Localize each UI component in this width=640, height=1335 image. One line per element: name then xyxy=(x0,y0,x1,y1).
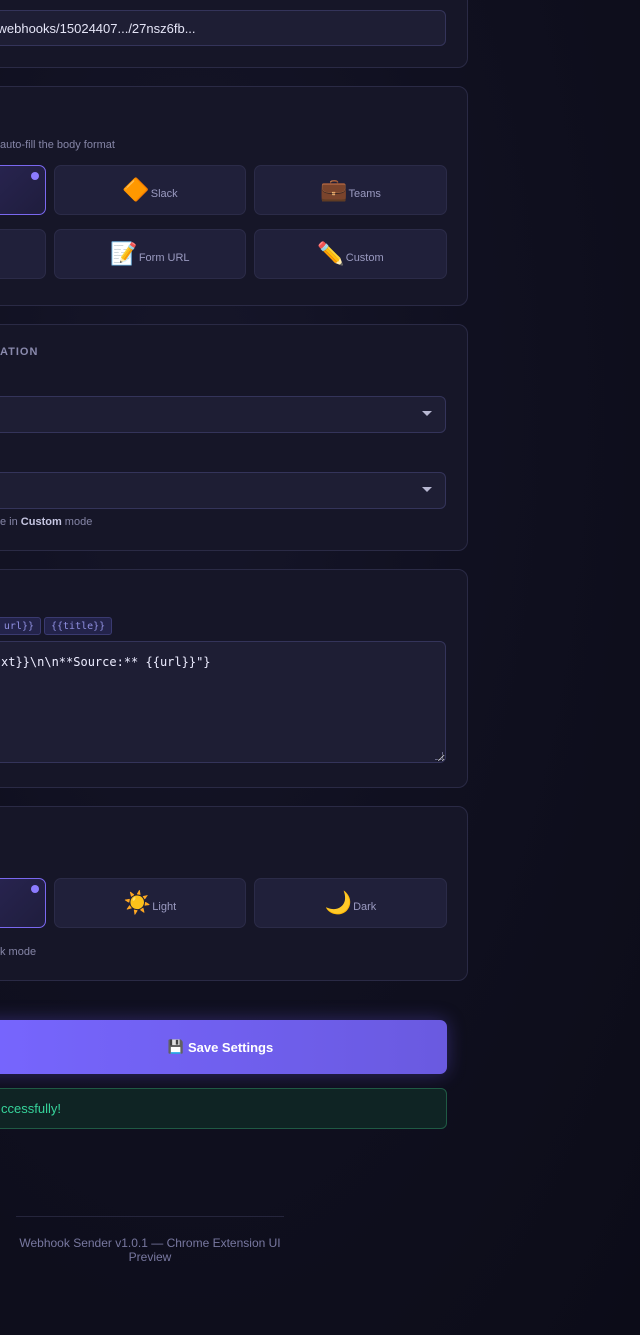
success-message: ccessfully! xyxy=(0,1088,447,1129)
footer-divider xyxy=(16,1216,284,1217)
sun-icon: ☀️ xyxy=(123,890,152,915)
slack-icon: 🔶 xyxy=(122,177,150,202)
format-tile-teams[interactable]: 💼 Teams xyxy=(254,165,447,215)
selected-indicator xyxy=(31,172,39,180)
theme-tile-0[interactable] xyxy=(0,878,46,928)
footer-text: Webhook Sender v1.0.1 — Chrome Extension… xyxy=(19,1236,281,1264)
format-hint: auto-fill the body format xyxy=(0,139,115,151)
save-settings-label: Save Settings xyxy=(187,1039,274,1055)
moon-icon: 🌙 xyxy=(324,890,353,915)
variable-chip-url[interactable]: url}} xyxy=(0,617,41,635)
variable-chip-title[interactable]: {{title}} xyxy=(44,617,113,635)
briefcase-icon: 💼 xyxy=(320,177,348,202)
format-tile-form-url[interactable]: 📝 Form URL xyxy=(54,229,246,279)
chevron-down-icon xyxy=(422,487,432,492)
configuration-section-label: ATION xyxy=(0,346,39,358)
theme-tile-label: Light xyxy=(152,901,177,913)
webhook-url-value: i/webhooks/15024407.../27nsz6fb... xyxy=(0,20,196,36)
resize-handle-icon[interactable] xyxy=(435,752,443,760)
format-tile-label: Slack xyxy=(150,188,178,200)
configuration-hint-prefix: e in xyxy=(0,516,21,528)
webhook-url-input[interactable]: i/webhooks/15024407.../27nsz6fb... xyxy=(0,10,446,46)
format-tile-0[interactable] xyxy=(0,165,46,215)
memo-icon: 📝 xyxy=(110,241,138,266)
pencil-icon: ✏️ xyxy=(317,241,345,266)
body-template-textarea[interactable]: xt}}\n\n**Source:** {{url}}"} xyxy=(0,641,446,763)
format-tile-3[interactable] xyxy=(0,229,46,279)
format-tile-custom[interactable]: ✏️ Custom xyxy=(254,229,447,279)
format-tile-label: Teams xyxy=(348,188,381,200)
theme-tile-label: Dark xyxy=(353,901,377,913)
theme-hint: k mode xyxy=(0,946,37,958)
format-tile-label: Form URL xyxy=(138,252,190,264)
format-tile-slack[interactable]: 🔶 Slack xyxy=(54,165,246,215)
body-template-value: xt}}\n\n**Source:** {{url}}"} xyxy=(1,655,211,669)
chevron-down-icon xyxy=(422,411,432,416)
floppy-disk-icon: 💾 xyxy=(167,1039,184,1054)
configuration-hint-bold: Custom xyxy=(20,516,62,528)
theme-tile-dark[interactable]: 🌙 Dark xyxy=(254,878,447,928)
configuration-hint: e in Custom mode xyxy=(0,516,92,528)
method-select[interactable] xyxy=(0,396,446,433)
theme-tile-light[interactable]: ☀️ Light xyxy=(54,878,246,928)
selected-indicator xyxy=(31,885,39,893)
content-type-select[interactable] xyxy=(0,472,446,509)
success-message-text: ccessfully! xyxy=(1,1101,61,1116)
format-tile-label: Custom xyxy=(345,252,384,264)
save-settings-button[interactable]: 💾 Save Settings xyxy=(0,1020,447,1074)
configuration-hint-suffix: mode xyxy=(61,516,93,528)
